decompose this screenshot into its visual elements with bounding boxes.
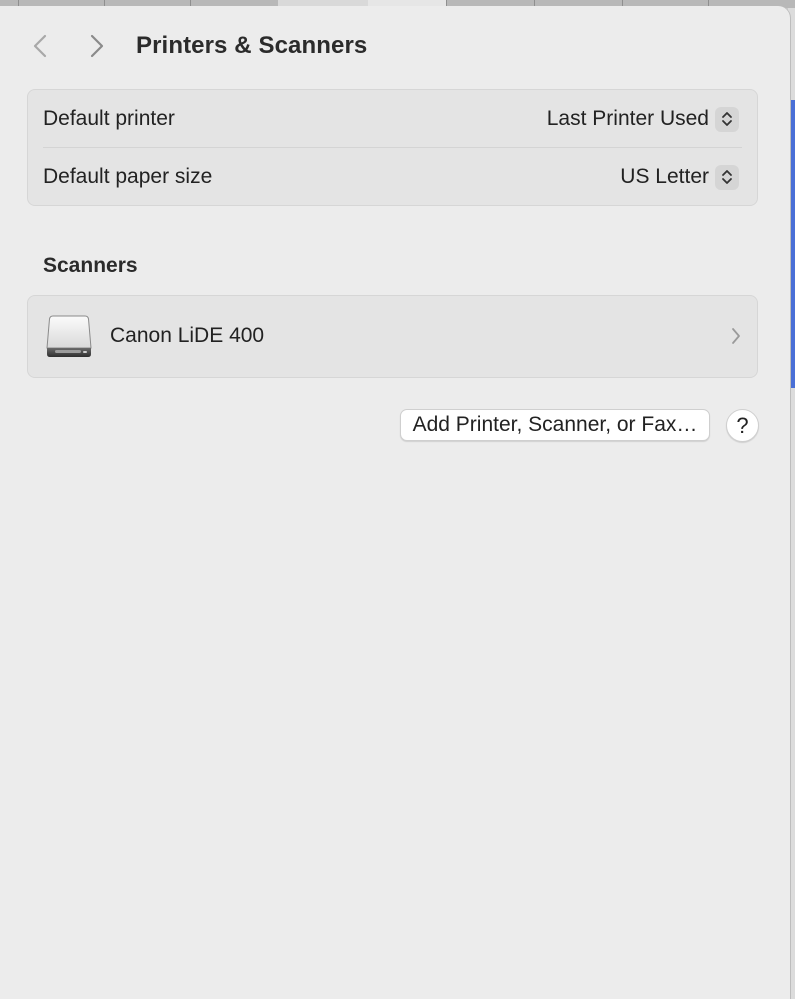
chevron-right-icon (90, 34, 104, 58)
settings-window: Printers & Scanners Default printer Last… (0, 6, 790, 999)
add-printer-scanner-fax-button[interactable]: Add Printer, Scanner, or Fax… (400, 409, 710, 441)
scanner-list-item[interactable]: Canon LiDE 400 (28, 296, 757, 377)
up-down-chevron-icon (715, 106, 739, 132)
background-accent-bar (790, 100, 795, 388)
default-paper-size-row: Default paper size US Letter (28, 148, 757, 206)
scanner-name: Canon LiDE 400 (110, 324, 265, 347)
default-paper-size-popup[interactable]: US Letter (620, 164, 739, 190)
scanners-group: Canon LiDE 400 (27, 295, 758, 378)
default-printer-row: Default printer Last Printer Used (28, 90, 757, 148)
scanner-icon (46, 315, 92, 357)
scanners-section-title: Scanners (43, 254, 138, 277)
chevron-left-icon (33, 34, 47, 58)
default-paper-size-label: Default paper size (43, 165, 213, 188)
help-button[interactable]: ? (726, 409, 759, 442)
up-down-chevron-icon (715, 164, 739, 190)
forward-button[interactable] (82, 28, 112, 64)
defaults-group: Default printer Last Printer Used Defaul… (27, 89, 758, 206)
default-printer-label: Default printer (43, 107, 175, 130)
chevron-right-icon (732, 328, 740, 344)
toolbar: Printers & Scanners (0, 6, 790, 86)
page-title: Printers & Scanners (136, 32, 368, 59)
default-printer-value: Last Printer Used (546, 107, 709, 130)
back-button[interactable] (25, 28, 55, 64)
default-printer-popup[interactable]: Last Printer Used (546, 106, 739, 132)
default-paper-size-value: US Letter (620, 165, 709, 188)
